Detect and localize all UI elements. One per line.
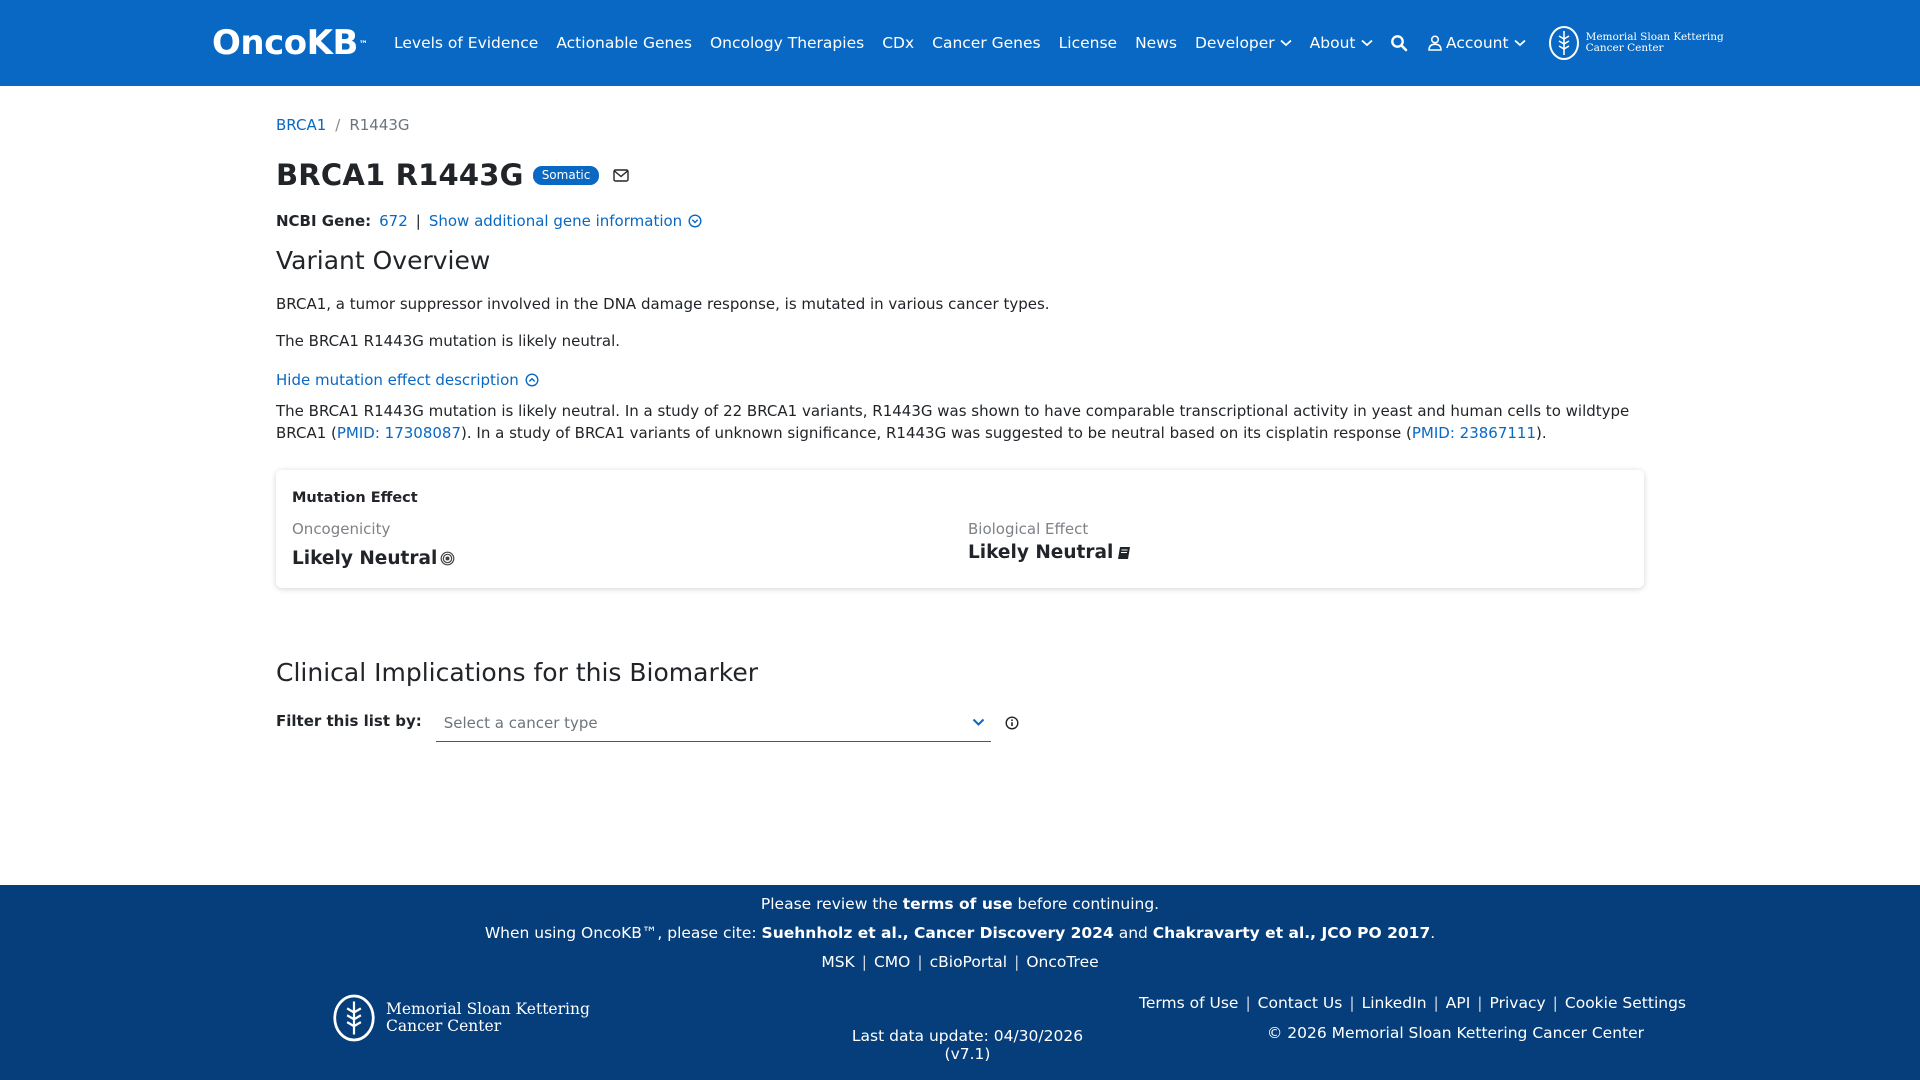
copyright: © 2026 Memorial Sloan Kettering Cancer C… xyxy=(1266,1024,1644,1042)
breadcrumb-current: R1443G xyxy=(349,116,410,134)
biological-effect-column: Biological Effect Likely Neutral xyxy=(968,520,1132,563)
mutation-effect-description: The BRCA1 R1443G mutation is likely neut… xyxy=(276,402,1630,442)
biological-effect-value: Likely Neutral xyxy=(968,542,1114,563)
search-icon[interactable] xyxy=(1390,34,1408,52)
oncogenicity-value-row: Likely Neutral xyxy=(292,548,455,569)
clinical-implications-heading: Clinical Implications for this Biomarker xyxy=(276,658,758,687)
gene-summary: BRCA1, a tumor suppressor involved in th… xyxy=(276,295,1050,313)
filter-row: Filter this list by: Select a cancer typ… xyxy=(276,702,1019,742)
nav-actionable-genes[interactable]: Actionable Genes xyxy=(556,34,692,52)
terms-of-use-link[interactable]: terms of use xyxy=(903,895,1013,913)
nav-cancer-genes[interactable]: Cancer Genes xyxy=(932,34,1041,52)
mail-icon[interactable] xyxy=(613,168,630,182)
show-gene-info-link[interactable]: Show additional gene information xyxy=(429,212,682,230)
chevron-down-icon xyxy=(1513,39,1526,47)
nav-news[interactable]: News xyxy=(1135,34,1177,52)
pmid-link[interactable]: PMID: 23867111 xyxy=(1412,424,1536,442)
page-title: BRCA1 R1443G xyxy=(276,158,524,192)
privacy-link[interactable]: Privacy xyxy=(1490,994,1546,1012)
filter-label: Filter this list by: xyxy=(276,712,422,730)
title-row: BRCA1 R1443G Somatic xyxy=(276,158,630,192)
oncokb-logo[interactable]: OncoKB™ xyxy=(212,23,368,63)
chevron-down-icon xyxy=(1360,39,1373,47)
variant-overview-heading: Variant Overview xyxy=(276,246,491,275)
cancer-type-placeholder: Select a cancer type xyxy=(443,714,598,732)
breadcrumb: BRCA1 / R1443G xyxy=(276,116,410,134)
msk-emblem-icon xyxy=(1548,26,1579,60)
navbar: OncoKB™ Levels of Evidence Actionable Ge… xyxy=(0,0,1920,86)
nav-license[interactable]: License xyxy=(1059,34,1117,52)
terms-link[interactable]: Terms of Use xyxy=(1139,994,1238,1012)
footer-msk-wordmark: Memorial Sloan Kettering Cancer Center xyxy=(386,1000,590,1035)
msk-logo[interactable]: Memorial Sloan Kettering Cancer Center xyxy=(1548,25,1724,61)
somatic-badge: Somatic xyxy=(532,165,600,185)
api-link[interactable]: API xyxy=(1446,994,1471,1012)
footer-legal-links: Terms of Use | Contact Us | LinkedIn | API |… xyxy=(1139,994,1686,1012)
account-label: Account xyxy=(1446,34,1509,52)
book-icon[interactable] xyxy=(1117,546,1132,560)
oncogenicity-value: Likely Neutral xyxy=(292,548,438,569)
footer-citation: When using OncoKB™, please cite: Suehnho… xyxy=(484,924,1436,942)
chevron-down-icon xyxy=(972,718,984,726)
linkedin-link[interactable]: LinkedIn xyxy=(1362,994,1427,1012)
nav-cdx[interactable]: CDx xyxy=(882,34,914,52)
biological-effect-label: Biological Effect xyxy=(968,520,1089,538)
chevron-up-circle-icon xyxy=(525,373,539,387)
breadcrumb-gene-link[interactable]: BRCA1 xyxy=(276,116,326,134)
logo-text: OncoKB xyxy=(212,23,358,63)
citation-link[interactable]: Chakravarty et al., JCO PO 2017 xyxy=(1153,924,1430,942)
oncotree-link[interactable]: OncoTree xyxy=(1026,953,1098,971)
footer: Please review the terms of use before co… xyxy=(0,885,1920,1080)
oncogenicity-target-icon[interactable] xyxy=(440,551,455,566)
ncbi-gene-label: NCBI Gene: xyxy=(276,212,372,230)
ncbi-gene-row: NCBI Gene: 672 | Show additional gene in… xyxy=(276,212,702,230)
citation-link[interactable]: Suehnholz et al., Cancer Discovery 2024 xyxy=(762,924,1114,942)
hide-mutation-effect-link[interactable]: Hide mutation effect description xyxy=(276,371,539,389)
footer-terms-notice: Please review the terms of use before co… xyxy=(760,895,1160,913)
oncogenicity-column: Oncogenicity Likely Neutral xyxy=(292,520,455,569)
cookie-settings-link[interactable]: Cookie Settings xyxy=(1565,994,1686,1012)
cancer-type-select[interactable]: Select a cancer type xyxy=(435,702,991,742)
msk-wordmark: Memorial Sloan Kettering Cancer Center xyxy=(1585,31,1724,54)
user-icon xyxy=(1428,35,1442,51)
biological-effect-value-row: Likely Neutral xyxy=(968,542,1132,563)
ncbi-gene-link[interactable]: 672 xyxy=(379,212,408,230)
mutation-effect-title: Mutation Effect xyxy=(292,490,418,506)
contact-link[interactable]: Contact Us xyxy=(1258,994,1343,1012)
nav-right: Account Memorial Sloan Kettering Cancer … xyxy=(1390,0,1724,86)
info-icon[interactable] xyxy=(1005,716,1019,730)
nav-about-dropdown[interactable]: About xyxy=(1310,34,1373,52)
msk-link[interactable]: MSK xyxy=(821,953,854,971)
chevron-down-icon xyxy=(1280,39,1292,47)
main-nav: Levels of Evidence Actionable Genes Onco… xyxy=(394,0,1391,86)
variant-summary: The BRCA1 R1443G mutation is likely neut… xyxy=(276,332,621,350)
pmid-link[interactable]: PMID: 17308087 xyxy=(337,424,461,442)
msk-emblem-icon xyxy=(333,994,375,1042)
cmo-link[interactable]: CMO xyxy=(874,953,910,971)
breadcrumb-separator: / xyxy=(335,116,341,134)
last-data-update: Last data update: 04/30/2026 (v7.1) xyxy=(851,1027,1084,1063)
cbioportal-link[interactable]: cBioPortal xyxy=(930,953,1007,971)
account-dropdown[interactable]: Account xyxy=(1428,34,1530,52)
footer-partner-links: MSK | CMO | cBioPortal | OncoTree xyxy=(821,953,1099,971)
nav-oncology-therapies[interactable]: Oncology Therapies xyxy=(710,34,864,52)
nav-levels-of-evidence[interactable]: Levels of Evidence xyxy=(394,34,538,52)
logo-trademark: ™ xyxy=(358,40,368,50)
footer-msk-logo[interactable]: Memorial Sloan Kettering Cancer Center xyxy=(332,993,590,1043)
oncogenicity-label: Oncogenicity xyxy=(292,520,391,538)
ncbi-separator: | xyxy=(415,212,421,230)
mutation-effect-card: Mutation Effect Oncogenicity Likely Neut… xyxy=(276,470,1644,588)
chevron-down-circle-icon[interactable] xyxy=(688,214,702,228)
nav-developer-dropdown[interactable]: Developer xyxy=(1195,34,1292,52)
